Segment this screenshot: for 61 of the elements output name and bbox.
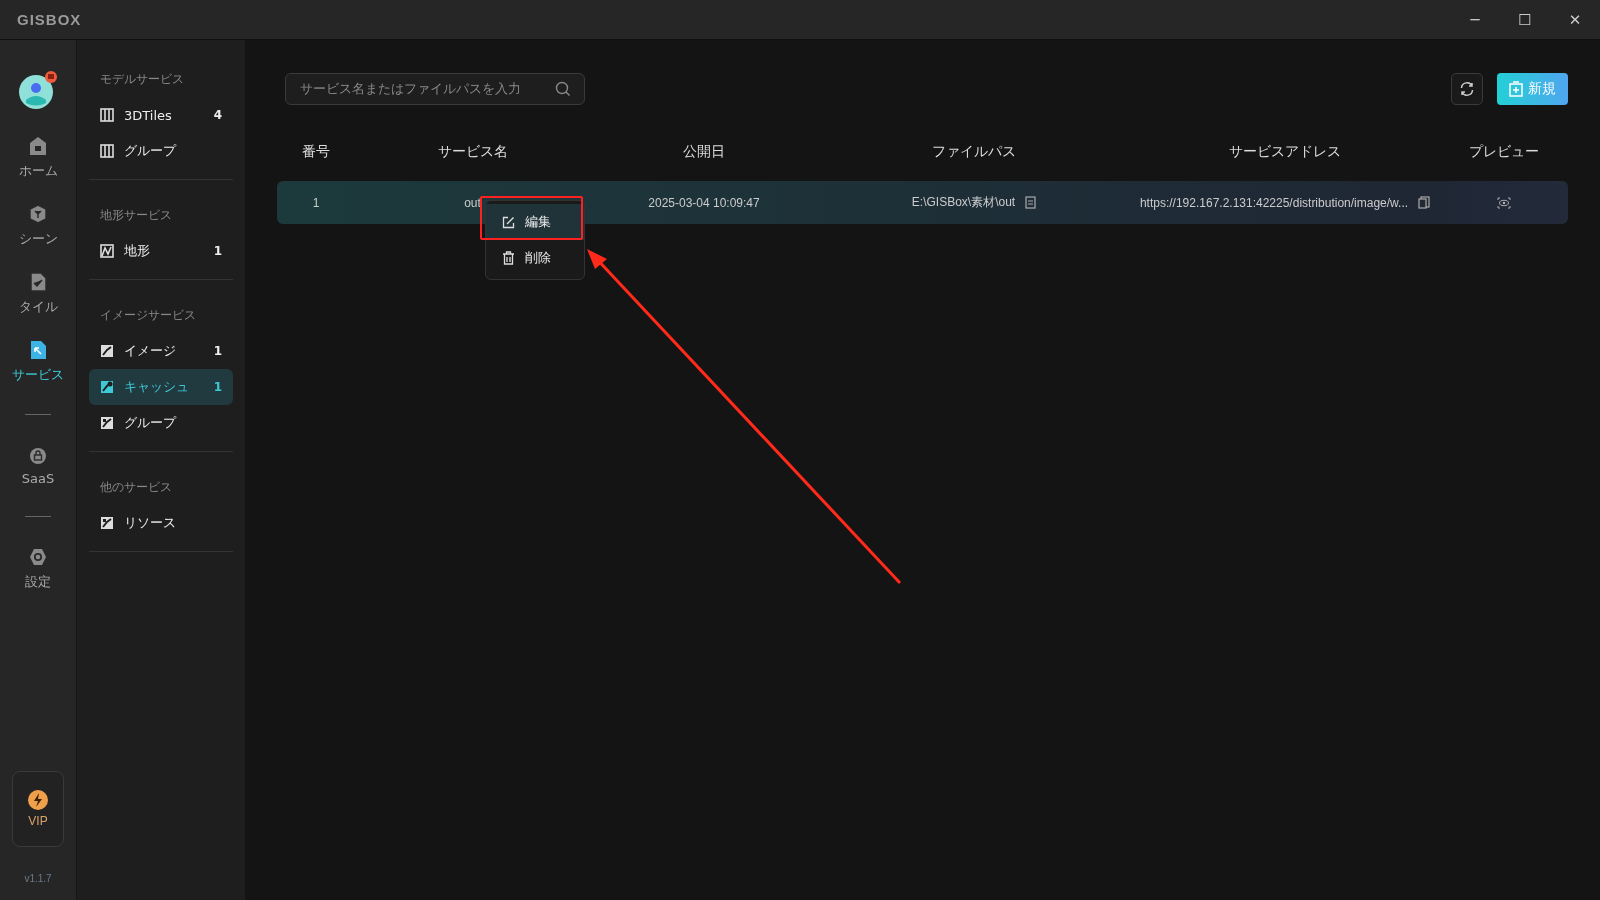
column-header: 番号 xyxy=(301,143,331,161)
section-title: イメージサービス xyxy=(99,308,197,323)
app-logo: GISBOX xyxy=(17,11,82,28)
sidebar-item[interactable]: リソース xyxy=(89,505,233,541)
table-cell-text: 1 xyxy=(311,195,321,210)
image-icon xyxy=(100,344,114,358)
version-label: v1.1.7 xyxy=(24,873,52,884)
section-title: モデルサービス xyxy=(99,72,185,87)
sidebar-item[interactable]: キャッシュ 1 xyxy=(89,369,233,405)
image-icon xyxy=(100,516,114,530)
nav-rail-item[interactable]: SaaS xyxy=(17,441,59,490)
document-check-icon xyxy=(29,272,47,292)
house-icon xyxy=(29,136,47,156)
terrain-icon xyxy=(100,244,114,258)
trash-icon xyxy=(502,251,515,265)
sidebar-item[interactable]: グループ xyxy=(89,133,233,169)
columns-icon xyxy=(100,108,114,122)
sidebar-item[interactable]: 地形 1 xyxy=(89,233,233,269)
column-header: サービス名 xyxy=(436,143,509,161)
add-document-icon xyxy=(1509,80,1523,97)
nav-rail-item[interactable]: シーン xyxy=(14,200,62,252)
search-field[interactable]: サービス名またはファイルパスを入力 xyxy=(285,72,585,105)
menu-item[interactable]: 編集 xyxy=(486,204,584,240)
avatar-icon[interactable] xyxy=(18,70,58,110)
refresh-icon xyxy=(1459,80,1475,97)
nav-rail-item[interactable]: 設定 xyxy=(21,543,55,595)
sidebar-item[interactable]: 3DTiles 4 xyxy=(89,97,233,133)
image-icon xyxy=(100,416,114,430)
cube-icon xyxy=(29,204,47,224)
copy-icon[interactable] xyxy=(1418,196,1431,209)
section-title: 他のサービス xyxy=(99,480,173,495)
window-control-button[interactable]: ✕ xyxy=(1550,0,1600,40)
nav-rail-item[interactable]: ホーム xyxy=(14,132,62,184)
window-control-button[interactable]: ─ xyxy=(1450,0,1500,40)
nav-rail-item[interactable]: タイル xyxy=(14,268,62,320)
nav-rail-item[interactable]: サービス xyxy=(8,336,68,388)
lock-icon xyxy=(29,445,47,465)
column-header: サービスアドレス xyxy=(1228,143,1342,161)
lightning-icon xyxy=(28,790,48,810)
document-arrow-icon xyxy=(29,340,47,360)
section-title: 地形サービス xyxy=(99,208,173,223)
table-cell-text: 2025-03-04 10:09:47 xyxy=(647,195,761,210)
sidebar-item[interactable]: グループ xyxy=(89,405,233,441)
table-cell: https://192.167.2.131:42225/distribution/image/w... xyxy=(1139,195,1409,210)
vip-button[interactable]: VIP xyxy=(12,771,64,847)
column-header: ファイルパス xyxy=(931,143,1017,161)
image-icon xyxy=(100,380,114,394)
column-header: プレビュー xyxy=(1468,143,1540,161)
window-control-button[interactable]: ☐ xyxy=(1500,0,1550,40)
eye-icon[interactable] xyxy=(1497,196,1511,209)
document-icon[interactable] xyxy=(1025,196,1037,209)
sidebar-item[interactable]: イメージ 1 xyxy=(89,333,233,369)
column-header: 公開日 xyxy=(682,143,726,161)
search-icon[interactable] xyxy=(555,80,571,97)
settings-icon xyxy=(29,547,47,567)
table-cell-text: out xyxy=(463,195,482,210)
menu-item[interactable]: 削除 xyxy=(486,240,584,276)
refresh-button[interactable] xyxy=(1451,72,1483,105)
table-cell: E:\GISBox\素材\out xyxy=(911,194,1016,211)
columns-icon xyxy=(100,144,114,158)
edit-icon xyxy=(502,215,515,229)
